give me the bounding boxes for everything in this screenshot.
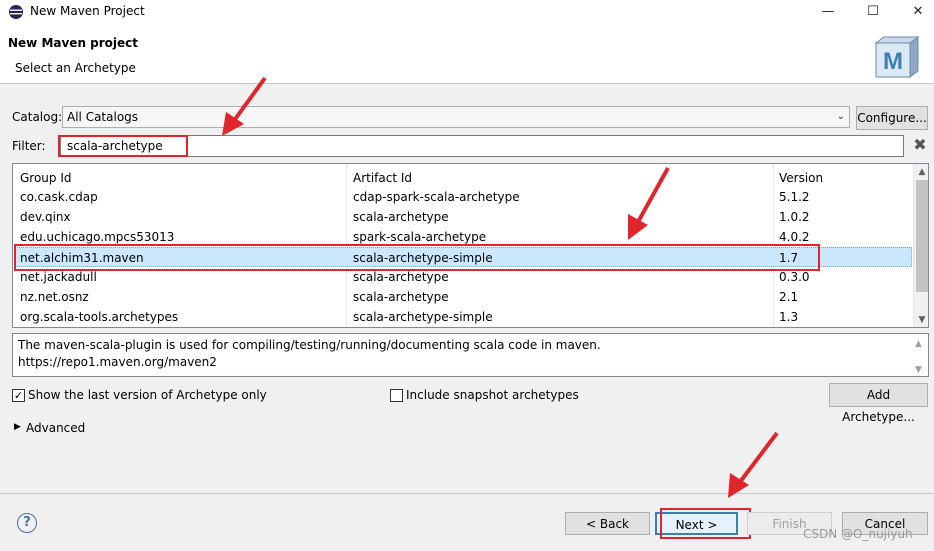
arrow-icon [728, 431, 779, 498]
arrow-icon [628, 167, 670, 240]
arrow-icon [222, 76, 267, 136]
annotation-arrows [222, 76, 779, 498]
